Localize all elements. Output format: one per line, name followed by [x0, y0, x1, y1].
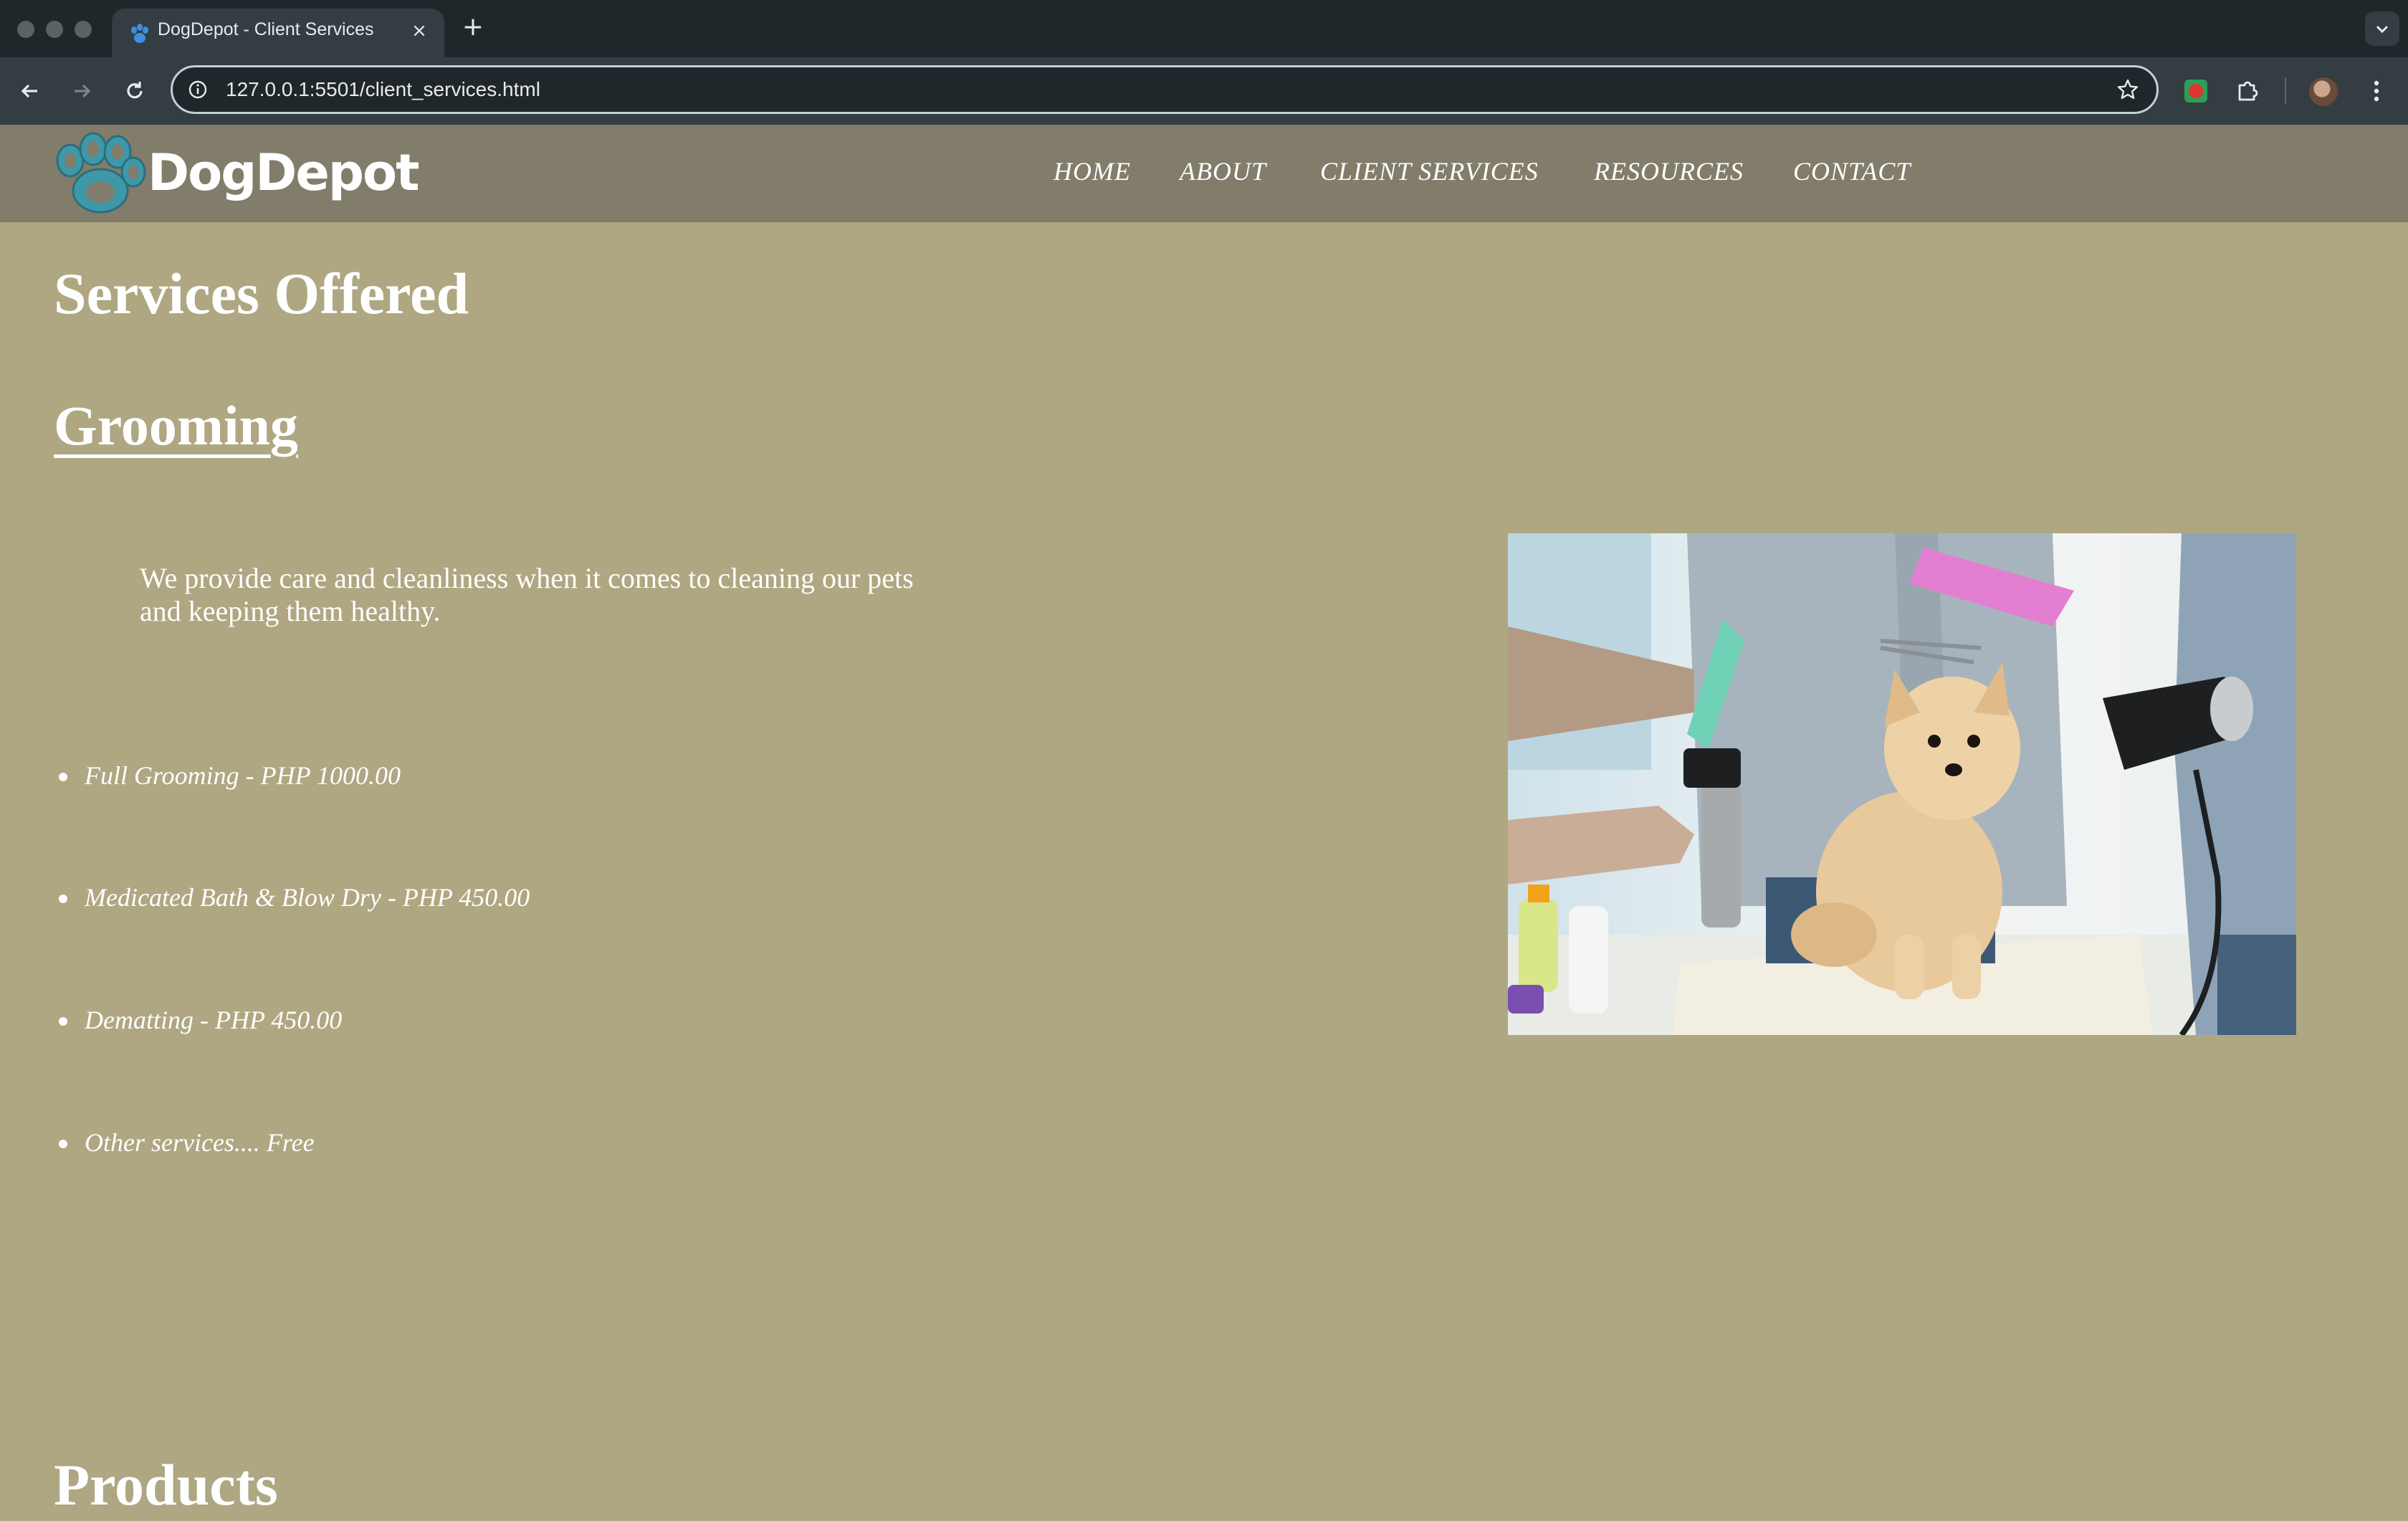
products-heading: Products [54, 1452, 278, 1517]
site-info-icon[interactable] [187, 79, 209, 100]
list-item: Other services.... Free [59, 1128, 315, 1157]
list-item: Dematting - PHP 450.00 [58, 1006, 343, 1034]
browser-toolbar: 127.0.0.1:5501/client_services.html [0, 57, 2408, 125]
chevron-down-icon [2376, 25, 2389, 34]
forward-arrow-icon[interactable] [67, 77, 96, 105]
grooming-photo [1508, 533, 2296, 1035]
list-item: Full Grooming - PHP 1000.00 [59, 761, 401, 790]
tab-close-icon[interactable]: × [407, 19, 431, 43]
more-menu-icon[interactable] [2369, 77, 2384, 105]
list-item: Medicated Bath & Blow Dry - PHP 450.00 [58, 883, 530, 912]
paw-favicon-icon [131, 24, 148, 43]
nav-home[interactable]: HOME [1054, 156, 1131, 186]
tab-search-button[interactable] [2365, 11, 2399, 46]
browser-tab-active[interactable]: DogDepot - Client Services × [112, 9, 444, 57]
back-arrow-icon[interactable] [16, 77, 44, 105]
window-zoom-dot[interactable] [75, 21, 92, 38]
nav-resources[interactable]: RESOURCES [1594, 156, 1744, 186]
address-bar[interactable]: 127.0.0.1:5501/client_services.html [171, 65, 2159, 114]
puzzle-icon[interactable] [2233, 77, 2262, 105]
nav-about[interactable]: ABOUT [1180, 156, 1266, 186]
dog-grooming-image [1508, 533, 2296, 1035]
extension-icon[interactable] [2184, 80, 2207, 102]
tab-title: DogDepot - Client Services [158, 19, 374, 39]
bookmark-star-icon[interactable] [2115, 77, 2141, 102]
profile-avatar[interactable] [2309, 77, 2338, 106]
nav-client-services[interactable]: CLIENT SERVICES [1320, 156, 1539, 186]
grooming-description: We provide care and cleanliness when it … [140, 562, 914, 627]
window-close-dot[interactable] [17, 21, 34, 38]
site-logo-text[interactable]: DogDepot [148, 140, 420, 205]
reload-icon[interactable] [120, 77, 149, 105]
paw-logo-icon[interactable] [50, 132, 148, 215]
grooming-heading: Grooming [54, 394, 298, 457]
nav-contact[interactable]: CONTACT [1793, 156, 1911, 186]
site-header: DogDepot HOME ABOUT CLIENT SERVICES RESO… [0, 125, 2408, 222]
page-title: Services Offered [54, 261, 469, 326]
browser-tab-strip: DogDepot - Client Services × + [0, 0, 2408, 57]
toolbar-separator [2285, 77, 2286, 105]
window-minimize-dot[interactable] [46, 21, 63, 38]
url-text: 127.0.0.1:5501/client_services.html [226, 78, 540, 100]
new-tab-icon[interactable]: + [459, 13, 487, 42]
